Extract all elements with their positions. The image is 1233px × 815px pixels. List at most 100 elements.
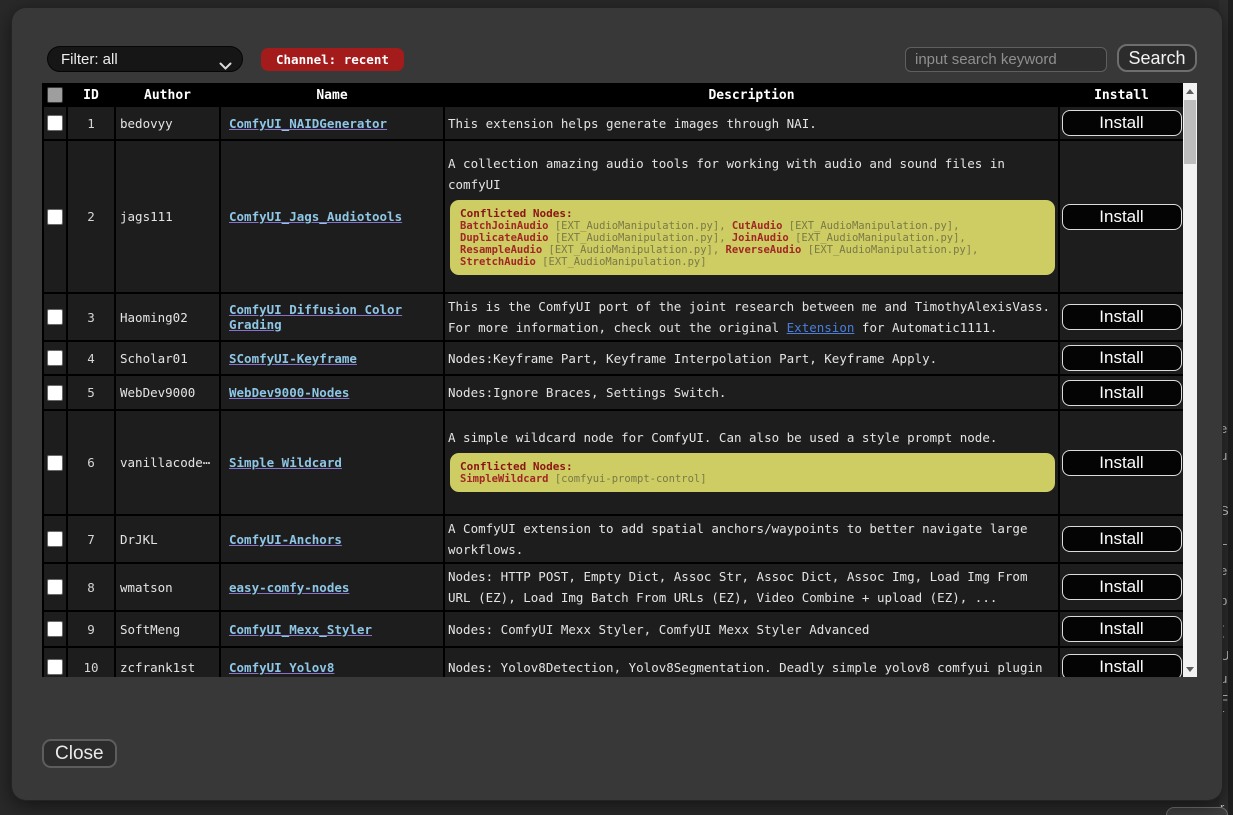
table-row: 10zcfrank1st ComfyUI Yolov8 Nodes: Yolov8D… xyxy=(43,647,1183,677)
install-button[interactable]: Install xyxy=(1062,380,1182,406)
cell-id: 1 xyxy=(67,106,115,140)
cell-checkbox xyxy=(43,293,67,341)
extension-name-link[interactable]: Simple Wildcard xyxy=(229,455,342,470)
cell-author: wmatson xyxy=(115,563,220,611)
column-header-id: ID xyxy=(67,84,115,106)
cell-description: A simple wildcard node for ComfyUI. Can … xyxy=(444,410,1059,515)
cell-checkbox xyxy=(43,106,67,140)
extension-name-link[interactable]: ComfyUI-Anchors xyxy=(229,532,342,547)
row-checkbox[interactable] xyxy=(47,621,63,637)
nodes-table-wrap: ID Author Name Description Install 1bedo… xyxy=(42,83,1183,677)
install-button[interactable]: Install xyxy=(1062,110,1182,136)
search-input[interactable] xyxy=(905,47,1107,72)
select-all-checkbox[interactable] xyxy=(47,87,63,103)
cell-description: A collection amazing audio tools for wor… xyxy=(444,140,1059,293)
scrollbar-thumb[interactable] xyxy=(1184,100,1196,164)
extension-name-link[interactable]: ComfyUI Diffusion Color Grading xyxy=(229,302,402,332)
cell-description: Nodes: HTTP POST, Empty Dict, Assoc Str,… xyxy=(444,563,1059,611)
extension-name-link[interactable]: WebDev9000-Nodes xyxy=(229,385,349,400)
column-header-description: Description xyxy=(444,84,1059,106)
cell-name: WebDev9000-Nodes xyxy=(220,375,444,410)
row-checkbox[interactable] xyxy=(47,309,63,325)
install-button[interactable]: Install xyxy=(1062,204,1182,230)
channel-button[interactable]: Channel: recent xyxy=(261,48,404,71)
conflicted-nodes-list: BatchJoinAudio [EXT_AudioManipulation.py… xyxy=(460,220,1045,268)
scroll-up-arrow-icon[interactable] xyxy=(1183,83,1197,99)
cell-description: Nodes: Yolov8Detection, Yolov8Segmentati… xyxy=(444,647,1059,677)
row-checkbox[interactable] xyxy=(47,115,63,131)
install-button[interactable]: Install xyxy=(1062,616,1182,642)
extension-name-link[interactable]: easy-comfy-nodes xyxy=(229,580,349,595)
column-header-name: Name xyxy=(220,84,444,106)
extension-name-link[interactable]: ComfyUI_Mexx_Styler xyxy=(229,622,372,637)
cell-checkbox xyxy=(43,563,67,611)
row-checkbox[interactable] xyxy=(47,455,63,471)
table-row: 4Scholar01SComfyUI-KeyframeNodes:Keyfram… xyxy=(43,341,1183,375)
row-checkbox[interactable] xyxy=(47,385,63,401)
conflicted-nodes-box: Conflicted Nodes:BatchJoinAudio [EXT_Aud… xyxy=(450,200,1055,275)
filter-select[interactable]: Filter: all xyxy=(47,46,243,72)
cell-author: vanillacode⋯ xyxy=(115,410,220,515)
cell-author: DrJKL xyxy=(115,515,220,563)
cell-name: Simple Wildcard xyxy=(220,410,444,515)
row-checkbox[interactable] xyxy=(47,579,63,595)
nodes-table: ID Author Name Description Install 1bedo… xyxy=(42,83,1183,677)
row-checkbox[interactable] xyxy=(47,659,63,675)
install-button[interactable]: Install xyxy=(1062,304,1182,330)
install-button[interactable]: Install xyxy=(1062,526,1182,552)
cell-id: 8 xyxy=(67,563,115,611)
table-row: 7DrJKLComfyUI-AnchorsA ComfyUI extension… xyxy=(43,515,1183,563)
inline-link[interactable]: Extension xyxy=(787,320,855,335)
cell-id: 10 xyxy=(67,647,115,677)
row-checkbox[interactable] xyxy=(47,350,63,366)
extension-name-link[interactable]: SComfyUI-Keyframe xyxy=(229,351,357,366)
scroll-down-arrow-icon[interactable] xyxy=(1183,661,1197,677)
cell-install: Install xyxy=(1059,140,1183,293)
cell-install: Install xyxy=(1059,341,1183,375)
cell-checkbox xyxy=(43,611,67,647)
column-header-author: Author xyxy=(115,84,220,106)
search-button[interactable]: Search xyxy=(1117,44,1197,72)
extension-name-link[interactable]: ComfyUI Yolov8 xyxy=(229,660,334,675)
table-row: 9SoftMengComfyUI_Mexx_StylerNodes: Comfy… xyxy=(43,611,1183,647)
table-header-row: ID Author Name Description Install xyxy=(43,84,1183,106)
cell-install: Install xyxy=(1059,410,1183,515)
cell-checkbox xyxy=(43,410,67,515)
cell-name: easy-comfy-nodes xyxy=(220,563,444,611)
cell-id: 6 xyxy=(67,410,115,515)
cell-id: 7 xyxy=(67,515,115,563)
close-button[interactable]: Close xyxy=(42,739,117,768)
cell-name: SComfyUI-Keyframe xyxy=(220,341,444,375)
conflicted-nodes-box: Conflicted Nodes:SimpleWildcard [comfyui… xyxy=(450,453,1055,492)
cell-install: Install xyxy=(1059,293,1183,341)
conflicted-nodes-list: SimpleWildcard [comfyui-prompt-control] xyxy=(460,473,1045,485)
cell-name: ComfyUI_Jags_Audiotools xyxy=(220,140,444,293)
table-row: 8wmatson easy-comfy-nodes Nodes: HTTP POST… xyxy=(43,563,1183,611)
install-button[interactable]: Install xyxy=(1062,574,1182,600)
cell-checkbox xyxy=(43,341,67,375)
conflicted-nodes-title: Conflicted Nodes: xyxy=(460,460,1045,473)
cell-id: 2 xyxy=(67,140,115,293)
cell-author: SoftMeng xyxy=(115,611,220,647)
column-header-checkbox xyxy=(43,84,67,106)
cell-description: This is the ComfyUI port of the joint re… xyxy=(444,293,1059,341)
extension-name-link[interactable]: ComfyUI_NAIDGenerator xyxy=(229,116,387,131)
install-button[interactable]: Install xyxy=(1062,345,1182,371)
cell-author: zcfrank1st xyxy=(115,647,220,677)
column-header-install: Install xyxy=(1059,84,1183,106)
cell-author: WebDev9000 xyxy=(115,375,220,410)
cell-checkbox xyxy=(43,515,67,563)
background-button-sliver xyxy=(1166,807,1228,815)
extension-name-link[interactable]: ComfyUI_Jags_Audiotools xyxy=(229,209,402,224)
install-button[interactable]: Install xyxy=(1062,654,1182,677)
cell-author: Haoming02 xyxy=(115,293,220,341)
cell-author: Scholar01 xyxy=(115,341,220,375)
cell-description: This extension helps generate images thr… xyxy=(444,106,1059,140)
install-button[interactable]: Install xyxy=(1062,450,1182,476)
row-checkbox[interactable] xyxy=(47,531,63,547)
table-scrollbar[interactable] xyxy=(1183,83,1197,677)
cell-name: ComfyUI_NAIDGenerator xyxy=(220,106,444,140)
page-scrollbar[interactable] xyxy=(1228,0,1233,815)
row-checkbox[interactable] xyxy=(47,209,63,225)
cell-name: ComfyUI_Mexx_Styler xyxy=(220,611,444,647)
